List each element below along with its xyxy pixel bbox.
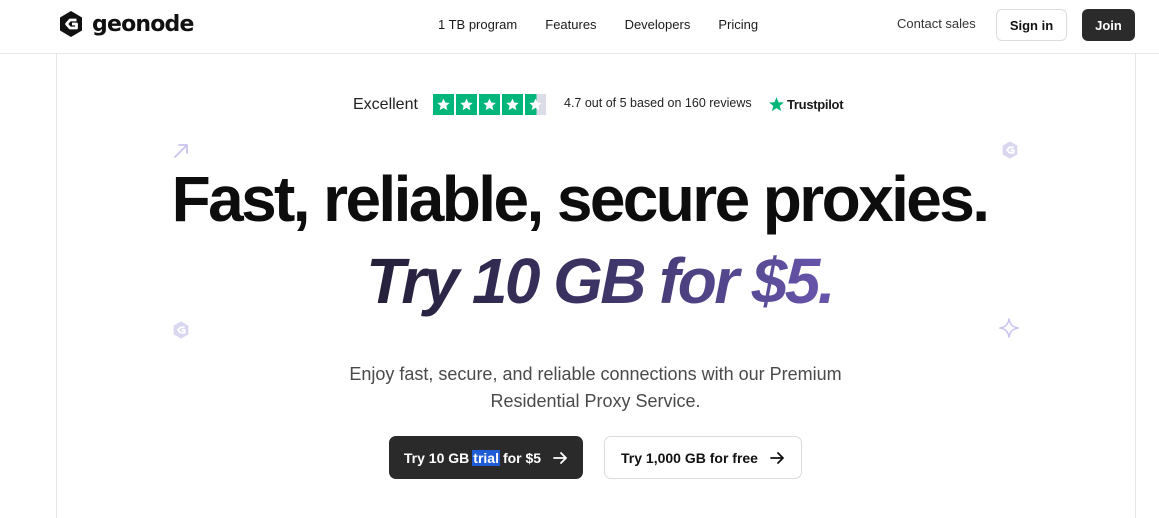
nav-item-1tb-program[interactable]: 1 TB program xyxy=(438,17,517,32)
hero-subheadline-text: Try 10 GB for $5. xyxy=(366,245,835,317)
geonode-mark-icon xyxy=(173,321,189,339)
hero-description-line-2: Residential Proxy Service. xyxy=(490,391,701,411)
trustpilot-star-icon xyxy=(769,97,784,112)
try-1000gb-free-button[interactable]: Try 1,000 GB for free xyxy=(604,436,802,479)
trial-button-selected-text: trial xyxy=(472,449,500,466)
star-icon xyxy=(502,94,523,115)
main-nav: 1 TB program Features Developers Pricing xyxy=(438,17,786,32)
trustpilot-rating-text: 4.7 out of 5 based on 160 reviews xyxy=(564,96,752,110)
join-button[interactable]: Join xyxy=(1082,9,1135,41)
geonode-mark-icon xyxy=(1002,141,1018,159)
sparkle-icon xyxy=(999,318,1019,338)
star-icon xyxy=(479,94,500,115)
trustpilot-logo[interactable]: Trustpilot xyxy=(768,96,844,113)
nav-item-developers[interactable]: Developers xyxy=(625,17,691,32)
top-navigation-bar: geonode 1 TB program Features Developers… xyxy=(0,0,1159,54)
nav-item-features[interactable]: Features xyxy=(545,17,596,32)
star-icon xyxy=(433,94,454,115)
hero-description-line-1: Enjoy fast, secure, and reliable connect… xyxy=(349,364,842,384)
hero-subheadline: Try 10 GB for $5. xyxy=(0,244,1159,318)
trustpilot-brand-name: Trustpilot xyxy=(787,97,844,112)
arrow-right-icon xyxy=(770,451,784,464)
free-button-label: Try 1,000 GB for free xyxy=(621,449,758,466)
try-10gb-trial-button[interactable]: Try 10 GB trial for $5 xyxy=(389,436,583,479)
brand-logo[interactable]: geonode xyxy=(56,9,194,39)
diagonal-arrow-icon xyxy=(174,144,188,158)
brand-name: geonode xyxy=(92,11,194,37)
sign-in-button[interactable]: Sign in xyxy=(996,9,1067,41)
trial-button-label-end: for $5 xyxy=(502,449,542,466)
trustpilot-excellent-label: Excellent xyxy=(353,96,418,113)
geonode-logo-icon xyxy=(60,11,82,37)
arrow-right-icon xyxy=(553,451,567,464)
trustpilot-stars[interactable] xyxy=(433,94,546,115)
hero-headline: Fast, reliable, secure proxies. xyxy=(171,163,990,235)
nav-item-pricing[interactable]: Pricing xyxy=(718,17,758,32)
contact-sales-link[interactable]: Contact sales xyxy=(897,16,976,31)
trial-button-label-start: Try 10 GB xyxy=(403,449,470,466)
hero-description: Enjoy fast, secure, and reliable connect… xyxy=(0,361,1159,415)
half-star-icon xyxy=(525,94,546,115)
star-icon xyxy=(456,94,477,115)
